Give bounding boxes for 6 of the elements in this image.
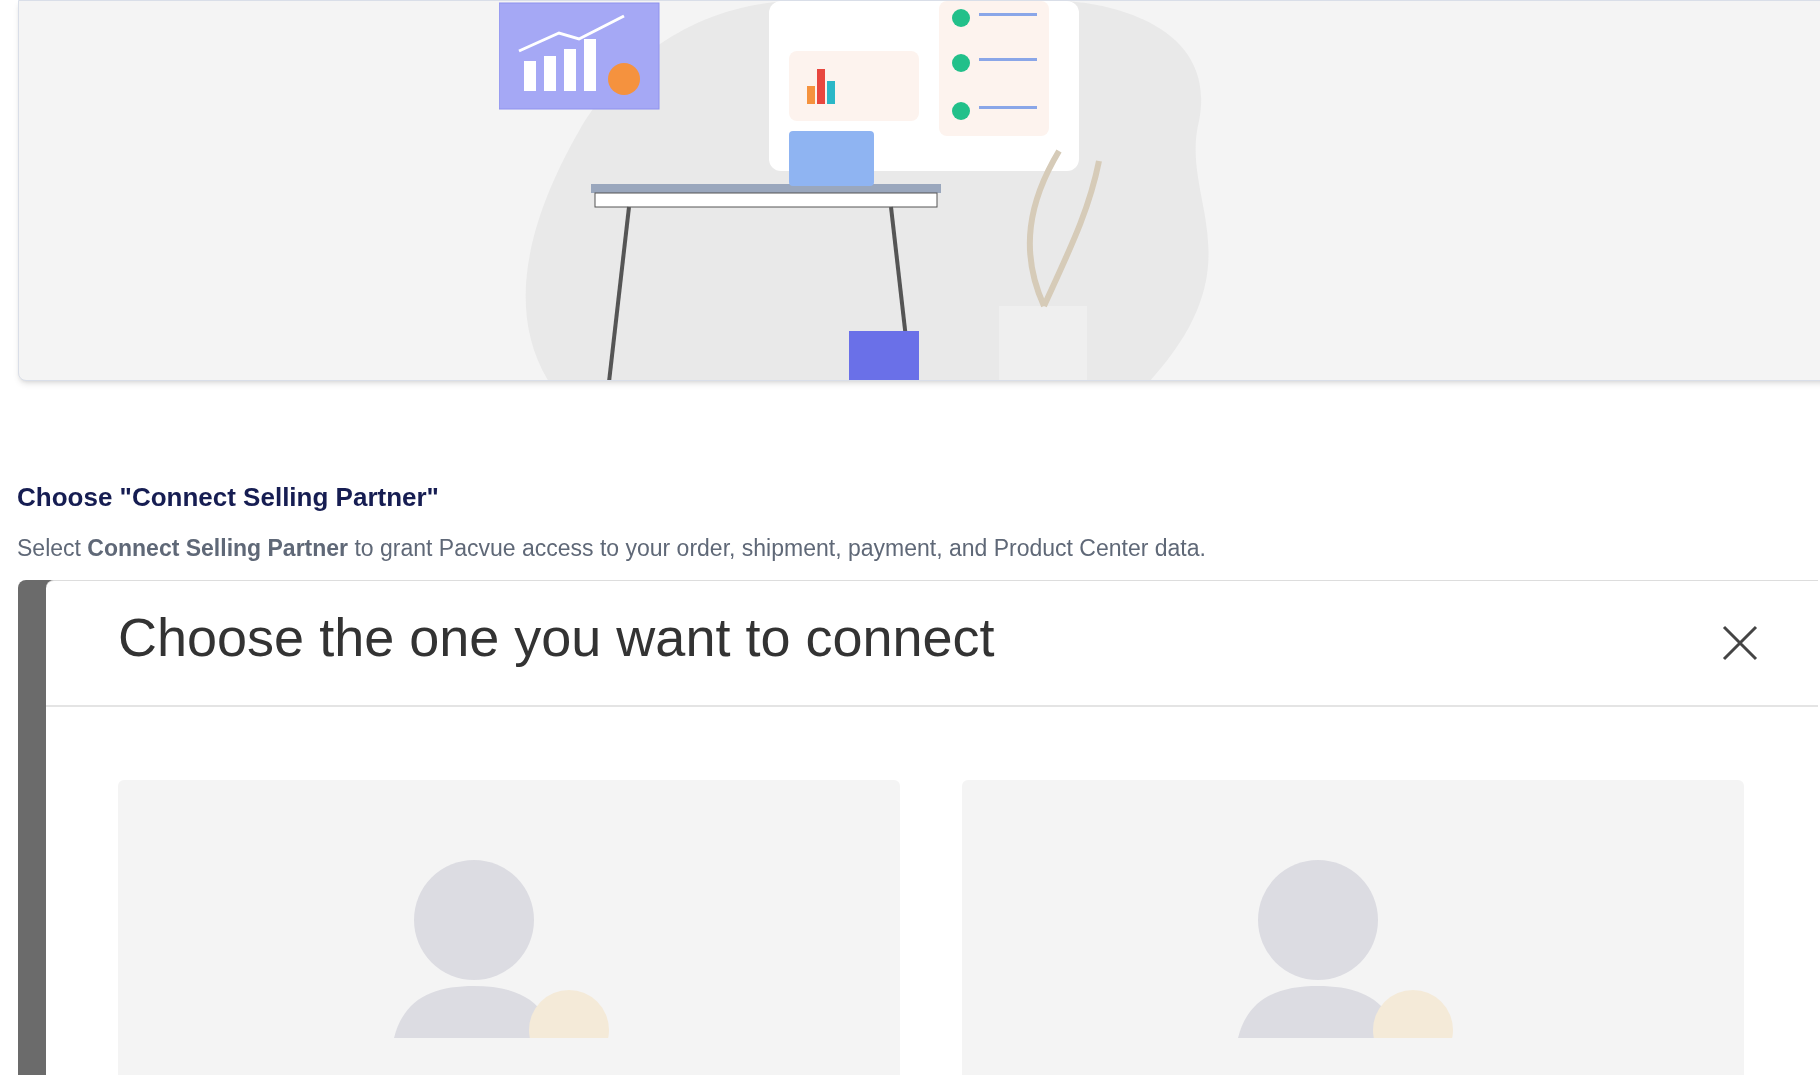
close-icon[interactable] bbox=[1722, 625, 1758, 661]
option-card[interactable] bbox=[962, 780, 1744, 1075]
option-card[interactable] bbox=[118, 780, 900, 1075]
section-heading: Choose "Connect Selling Partner" bbox=[17, 481, 440, 513]
section-description: Select Connect Selling Partner to grant Pacvue access to your order, shipment, payment, and Product Center data. bbox=[17, 534, 1207, 563]
dialog-title: Choose the one you want to connect bbox=[118, 606, 995, 669]
